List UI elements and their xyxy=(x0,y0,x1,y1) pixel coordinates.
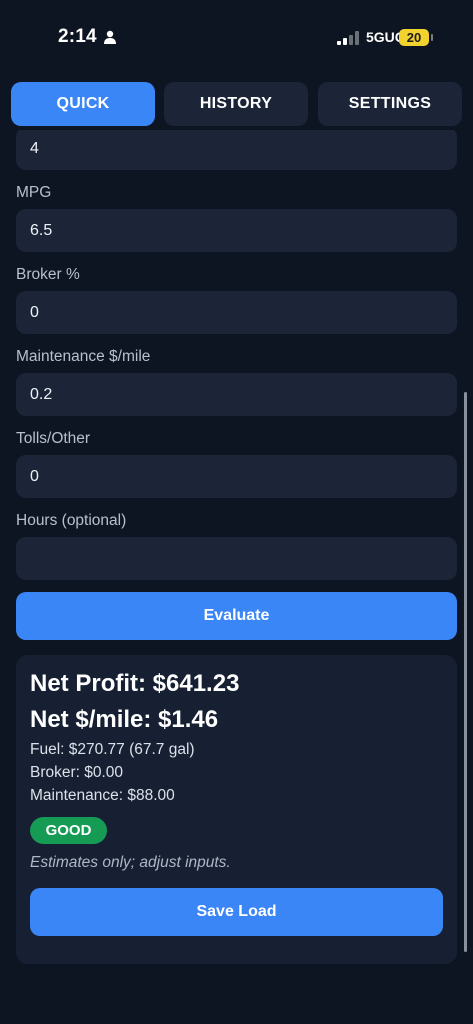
fuel-text: Fuel: $270.77 (67.7 gal) xyxy=(30,741,195,758)
person-icon xyxy=(104,30,116,44)
tab-settings[interactable]: SETTINGS xyxy=(318,82,462,126)
save-load-button[interactable]: Save Load xyxy=(30,888,443,936)
rating-badge: GOOD xyxy=(30,817,107,844)
status-time: 2:14 xyxy=(58,26,97,47)
estimate-note: Estimates only; adjust inputs. xyxy=(30,854,231,871)
maintenance-text: Maintenance: $88.00 xyxy=(30,787,175,804)
tab-quick[interactable]: QUICK xyxy=(11,82,155,126)
result-card: Net Profit: $641.23 Net $/mile: $1.46 Fu… xyxy=(16,655,457,964)
mpg-input[interactable]: 6.5 xyxy=(16,209,457,252)
net-profit-text: Net Profit: $641.23 xyxy=(30,670,240,697)
mpg-label: MPG xyxy=(16,184,52,201)
maintenance-label: Maintenance $/mile xyxy=(16,348,151,365)
quick-form[interactable]: 4 MPG 6.5 Broker % 0 Maintenance $/mile … xyxy=(0,130,473,1024)
evaluate-button[interactable]: Evaluate xyxy=(16,592,457,640)
battery-cap xyxy=(431,34,433,41)
signal-icon xyxy=(337,31,359,45)
hours-label: Hours (optional) xyxy=(16,512,127,529)
net-per-mile-text: Net $/mile: $1.46 xyxy=(30,706,219,733)
tolls-label: Tolls/Other xyxy=(16,430,91,447)
tolls-input[interactable]: 0 xyxy=(16,455,457,498)
maintenance-input[interactable]: 0.2 xyxy=(16,373,457,416)
battery-icon: 20 xyxy=(399,29,429,46)
scrollbar[interactable] xyxy=(464,392,467,952)
broker-text: Broker: $0.00 xyxy=(30,764,124,781)
tab-bar: QUICK HISTORY SETTINGS xyxy=(11,82,462,126)
broker-percent-label: Broker % xyxy=(16,266,80,283)
broker-percent-input[interactable]: 0 xyxy=(16,291,457,334)
hours-input[interactable] xyxy=(16,537,457,580)
app-screen: 2:14 5GUC 20 QUICK HISTORY SETTINGS 4 MP… xyxy=(0,0,473,1024)
tab-history[interactable]: HISTORY xyxy=(164,82,308,126)
top-field-input[interactable]: 4 xyxy=(16,130,457,170)
status-bar: 2:14 5GUC 20 xyxy=(0,0,473,78)
